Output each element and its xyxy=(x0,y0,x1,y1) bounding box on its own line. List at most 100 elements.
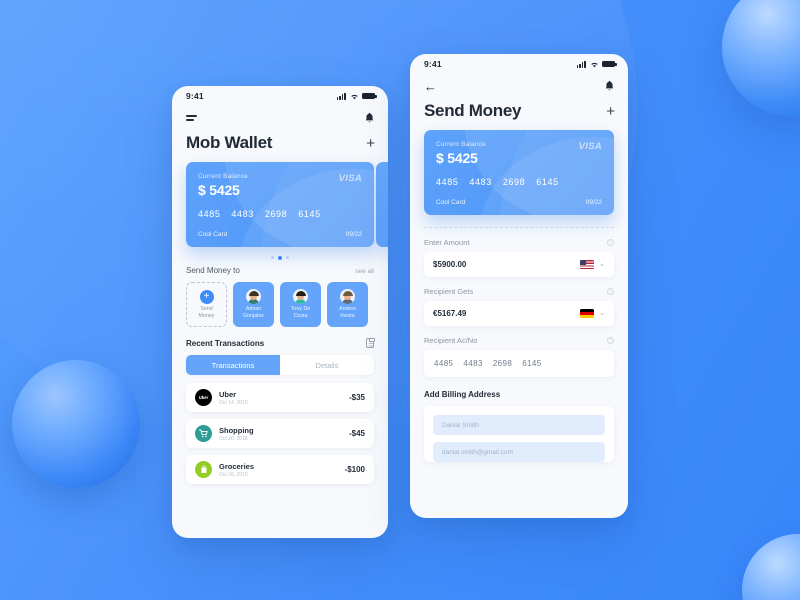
account-number-group: 4483 xyxy=(463,359,483,368)
recipient-gets-label: Recipient Gets xyxy=(424,287,474,296)
pager-dot-active[interactable] xyxy=(277,256,283,261)
us-flag-icon xyxy=(580,259,595,270)
avatar xyxy=(340,289,355,305)
status-icons xyxy=(576,60,617,68)
decorative-sphere-bottom-right xyxy=(742,534,800,600)
card-container: Current Balance $ 5425 VISA 4485 4483 26… xyxy=(410,130,628,215)
status-bar: 9:41 xyxy=(410,54,628,74)
card-number: 4485 4483 2698 6145 xyxy=(436,177,602,187)
contacts-row[interactable]: + Send Money Adrian Gonjalez Tony De Cos… xyxy=(172,282,388,328)
back-arrow-icon[interactable]: ← xyxy=(424,80,437,93)
contact-tile[interactable]: Adrian Gonjalez xyxy=(233,282,274,328)
transaction-row[interactable]: Shopping Oct 20, 2018 -$45 xyxy=(186,419,374,449)
battery-icon xyxy=(362,92,377,100)
add-tile-line2: Money xyxy=(198,312,215,319)
billing-name-field[interactable]: Danial Smith xyxy=(433,415,605,435)
status-bar: 9:41 xyxy=(172,86,388,106)
transaction-date: Oct 20, 2018 xyxy=(219,435,248,442)
contact-name-line2: Costa xyxy=(293,313,308,320)
chevron-down-icon: ⌄ xyxy=(599,310,605,317)
recipient-amount-value: €5167.49 xyxy=(433,309,467,318)
card-next-peek[interactable] xyxy=(376,162,388,247)
account-number-group: 2698 xyxy=(492,359,513,368)
add-tile-line1: Send xyxy=(200,305,213,312)
account-label-row: Recipient Ac/No i xyxy=(410,326,628,350)
nav-row xyxy=(172,106,388,130)
page-title: Send Money xyxy=(424,101,522,120)
chevron-down-icon: ⌄ xyxy=(599,261,605,268)
credit-card[interactable]: Current Balance $ 5425 VISA 4485 4483 26… xyxy=(424,130,614,215)
uber-icon: Uber xyxy=(195,389,212,407)
signal-icon xyxy=(576,60,586,68)
card-balance-label: Current Balance xyxy=(198,173,248,180)
tab-details[interactable]: Details xyxy=(280,355,374,375)
add-button[interactable]: + xyxy=(366,136,375,151)
card-balance-value: $ 5425 xyxy=(436,150,478,166)
pager-dot[interactable] xyxy=(270,256,274,260)
card-number-group: 6145 xyxy=(298,209,321,219)
transaction-amount: -$35 xyxy=(348,393,365,403)
decorative-sphere-top-right xyxy=(722,0,800,116)
recipient-account-label: Recipient Ac/No xyxy=(424,336,478,345)
notification-bell-icon[interactable] xyxy=(364,112,375,124)
recipient-amount-input[interactable]: €5167.49 ⌄ xyxy=(424,301,614,326)
decorative-sphere-left xyxy=(12,360,140,488)
de-flag-icon xyxy=(580,308,595,319)
transaction-row[interactable]: Groceries Oct 26, 2018 -$100 xyxy=(186,455,374,485)
contact-tile[interactable]: Andres Inesta xyxy=(327,282,368,328)
visa-logo: VISA xyxy=(338,173,362,184)
wifi-icon xyxy=(350,94,358,99)
plus-icon: + xyxy=(199,289,214,304)
contact-tile[interactable]: Tony De Costa xyxy=(280,282,321,328)
transaction-name: Shopping xyxy=(219,425,254,435)
pager-dot[interactable] xyxy=(286,256,290,260)
card-balance-value: $ 5425 xyxy=(198,182,240,198)
billing-address-card: Danial Smith danial.smith@gmail.com xyxy=(424,406,614,462)
card-number: 4485 4483 2698 6145 xyxy=(198,209,362,219)
page-title: Mob Wallet xyxy=(186,133,273,152)
status-time: 9:41 xyxy=(186,91,204,101)
card-expiry: 09/22 xyxy=(345,231,362,238)
card-balance-label: Current Balance xyxy=(436,141,486,148)
billing-email-placeholder: danial.smith@gmail.com xyxy=(442,448,513,456)
contact-name-line1: Tony De xyxy=(290,306,311,313)
hamburger-menu-icon[interactable] xyxy=(186,115,197,121)
groceries-bag-icon xyxy=(195,461,212,479)
recipient-label-row: Recipient Gets i xyxy=(410,277,628,301)
billing-email-field[interactable]: danial.smith@gmail.com xyxy=(433,442,605,462)
transactions-tabs[interactable]: Transactions Details xyxy=(186,355,374,376)
signal-icon xyxy=(336,92,346,100)
notification-bell-icon[interactable] xyxy=(604,80,615,92)
carousel-pager[interactable] xyxy=(172,247,388,266)
add-send-money-tile[interactable]: + Send Money xyxy=(186,282,227,328)
transaction-date: Oct 26, 2018 xyxy=(219,471,248,478)
credit-card[interactable]: Current Balance $ 5425 VISA 4485 4483 26… xyxy=(186,162,374,247)
amount-input[interactable]: $5900.00 ⌄ xyxy=(424,252,614,277)
amount-value: $5900.00 xyxy=(433,260,467,269)
contact-name-line1: Adrian xyxy=(245,306,262,313)
avatar xyxy=(293,289,308,305)
contact-name-line1: Andres xyxy=(339,306,356,313)
card-number-group: 2698 xyxy=(502,177,526,187)
account-number-group: 6145 xyxy=(522,359,542,368)
see-all-link[interactable]: see all xyxy=(355,268,374,275)
currency-selector-de[interactable]: ⌄ xyxy=(580,308,605,319)
title-row: Mob Wallet + xyxy=(172,130,388,162)
card-expiry: 09/22 xyxy=(585,199,602,206)
info-icon[interactable]: i xyxy=(607,239,614,246)
card-number-group: 4485 xyxy=(436,177,459,187)
info-icon[interactable]: i xyxy=(607,337,614,344)
transaction-row[interactable]: Uber Uber Oct 14, 2018 -$35 xyxy=(186,383,374,413)
tab-transactions[interactable]: Transactions xyxy=(186,355,280,376)
card-carousel: Current Balance $ 5425 VISA 4485 4483 26… xyxy=(172,162,388,247)
add-button[interactable]: + xyxy=(606,104,615,119)
info-icon[interactable]: i xyxy=(607,288,614,295)
clipboard-icon[interactable] xyxy=(366,337,375,349)
transaction-amount: -$100 xyxy=(344,465,365,475)
transaction-name: Uber xyxy=(219,389,237,399)
card-number-group: 6145 xyxy=(536,177,559,187)
contact-name-line2: Gonjalez xyxy=(243,313,264,320)
recent-transactions-title: Recent Transactions xyxy=(186,338,265,348)
recipient-account-input[interactable]: 4485 4483 2698 6145 xyxy=(424,350,614,377)
currency-selector-us[interactable]: ⌄ xyxy=(580,259,605,270)
